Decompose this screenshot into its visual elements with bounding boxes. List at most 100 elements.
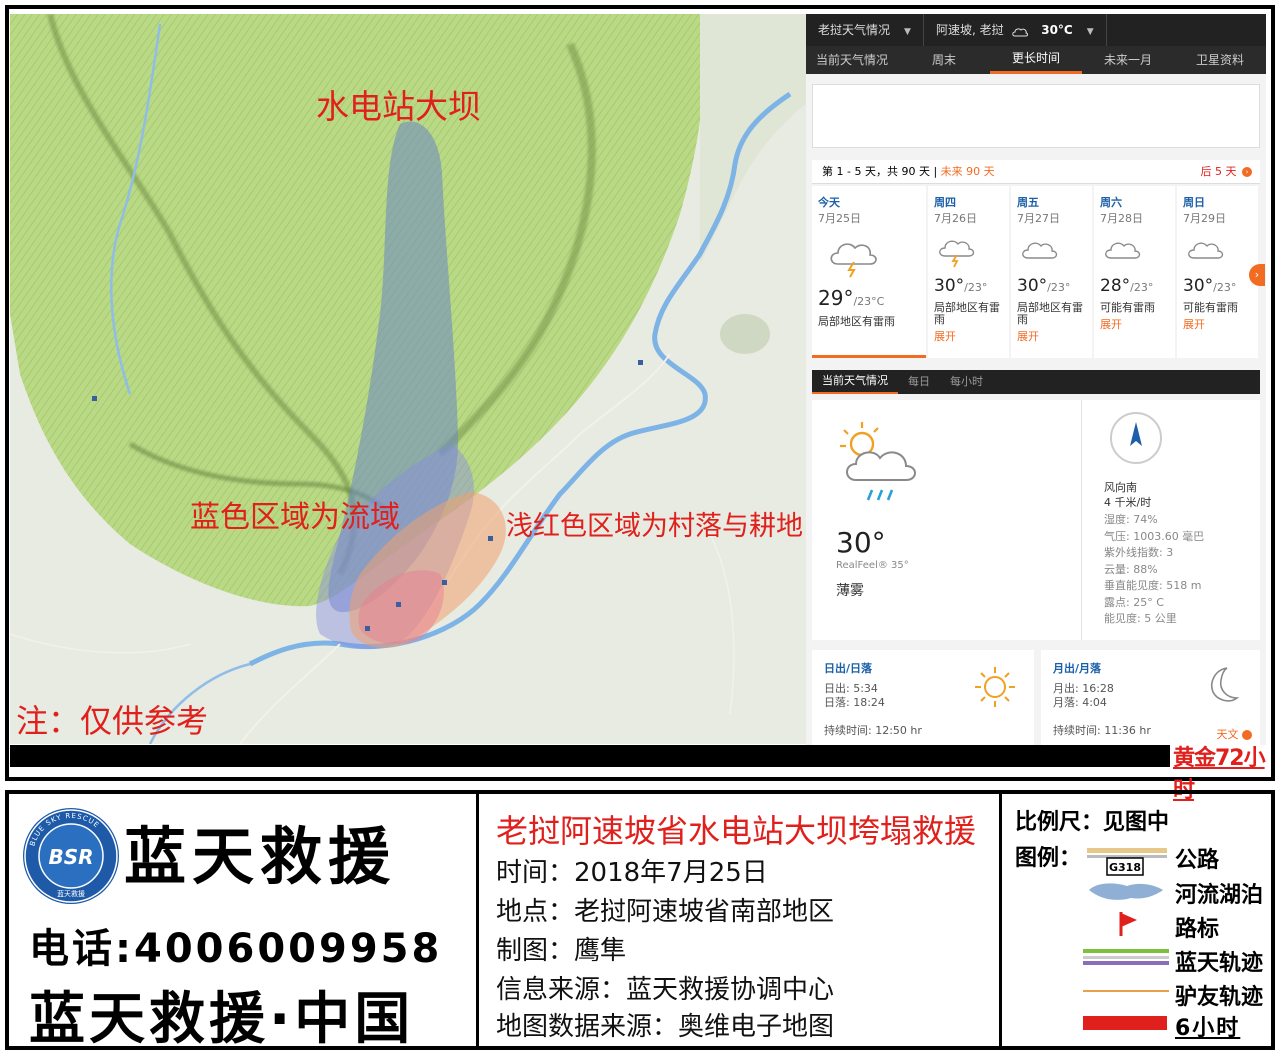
forecast-future-link[interactable]: 未来 90 天 [941, 165, 995, 178]
map-bottom-strip [10, 745, 1170, 767]
next-5-days-link[interactable]: 后 5 天 › [1200, 160, 1252, 184]
legend-road: 公路 [1175, 848, 1220, 873]
scale-note: 比例尺：见图中 [1015, 810, 1170, 835]
current-temp: 30°C [1041, 23, 1073, 37]
cloud-icon [1012, 27, 1029, 36]
legend-marker: 路标 [1175, 917, 1220, 942]
day-high: 30° [934, 276, 965, 296]
tab-month[interactable]: 未来一月 [1082, 46, 1174, 74]
bsr-track-legend-symbol [1083, 949, 1169, 965]
label-basin: 蓝色区域为流域 [190, 500, 400, 535]
svg-text:BSR: BSR [48, 845, 93, 869]
tab-satellite[interactable]: 卫星资料 [1174, 46, 1266, 74]
weather-phrase: 薄雾 [836, 583, 864, 599]
chevron-down-icon: ▼ [904, 27, 911, 37]
location-select[interactable]: 老挝天气情况 ▼ [806, 14, 924, 46]
map-canvas[interactable]: 水电站大坝 蓝色区域为流域 浅红色区域为村落与耕地 注：仅供参考 [10, 14, 806, 744]
astronomy-link[interactable]: 天文 [1216, 726, 1252, 742]
moonset: 月落: 4:04 [1053, 696, 1107, 709]
day-high: 30° [1183, 276, 1214, 296]
chevron-right-icon [1242, 730, 1252, 740]
current-location-label: 阿速坡, 老挝 [935, 23, 1004, 37]
org-name-china: 蓝天救援·中国 [29, 987, 415, 1052]
bsr-logo: BLUE SKY RESCUE BSR 蓝天救援 [23, 808, 119, 904]
astronomy-label: 天文 [1216, 728, 1239, 741]
pressure: 气压: 1003.60 毫巴 [1104, 529, 1205, 543]
label-note: 注：仅供参考 [16, 702, 209, 740]
forecast-header: 第 1 - 5 天，共 90 天 | 未来 90 天 后 5 天 › [812, 160, 1260, 184]
legend-river: 河流湖泊 [1175, 883, 1264, 908]
river-legend-symbol [1089, 883, 1163, 900]
tab-longer[interactable]: 更长时间 [990, 46, 1082, 74]
day-desc: 局部地区有雷雨 [1017, 301, 1083, 326]
wind-direction: 风向南 [1104, 481, 1137, 494]
humidity: 湿度: 74% [1104, 513, 1158, 526]
cloud-cover: 云量: 88% [1104, 562, 1158, 576]
road-legend-symbol: G318 [1087, 848, 1167, 876]
thunderstorm-icon [939, 240, 975, 268]
tab-weekend[interactable]: 周末 [898, 46, 990, 74]
chevron-right-icon[interactable]: › [1249, 264, 1265, 286]
day-date: 7月29日 [1183, 212, 1226, 225]
forecast-day-sat[interactable]: 周六 7月28日 28°/23° 可能有雷雨 展开 [1094, 186, 1175, 358]
forecast-range: 第 1 - 5 天，共 90 天 [822, 165, 930, 178]
legend-bsr-track: 蓝天轨迹 [1175, 951, 1264, 976]
current-location-select[interactable]: 阿速坡, 老挝 30°C ▼ [924, 14, 1107, 46]
sun-duration: 持续时间: 12:50 hr [824, 724, 922, 737]
current-weather: 30° RealFeel® 35° 薄雾 风向南 4 千米/时 湿度: 74% … [812, 400, 1260, 640]
current-weather-tabs: 当前天气情况 每日 每小时 [812, 370, 1260, 394]
expand-link[interactable]: 展开 [1017, 328, 1086, 344]
map-author: 制图：鹰隼 [496, 936, 627, 966]
svg-text:蓝天救援: 蓝天救援 [57, 889, 85, 898]
wind-speed: 4 千米/时 [1104, 496, 1152, 509]
partly-cloudy-rain-icon [840, 422, 916, 501]
current-weather-details: 风向南 4 千米/时 湿度: 74% 气压: 1003.60 毫巴 紫外线指数:… [1104, 410, 1254, 628]
tab-daily[interactable]: 每日 [898, 370, 940, 394]
moon-icon [1211, 667, 1240, 702]
svg-text:G318: G318 [1109, 861, 1141, 874]
cloud-icon [1188, 242, 1224, 259]
six-hours-legend-symbol [1083, 1016, 1167, 1030]
forecast-day-sun[interactable]: 周日 7月29日 30°/23° 可能有雷雨 展开 [1177, 186, 1258, 358]
uv-index: 紫外线指数: 3 [1104, 546, 1174, 559]
legend-title: 图例： [1015, 846, 1082, 871]
event-title: 老挝阿速坡省水电站大坝垮塌救援 [496, 812, 977, 850]
day-desc: 可能有雷雨 [1100, 301, 1155, 314]
tab-hourly[interactable]: 每小时 [940, 370, 993, 394]
weather-stats: 湿度: 74% 气压: 1003.60 毫巴 紫外线指数: 3 云量: 88% … [1104, 512, 1254, 628]
moon-duration: 持续时间: 11:36 hr [1053, 724, 1151, 737]
day-low: /23° [1047, 281, 1071, 294]
day-desc: 局部地区有雷雨 [818, 315, 895, 328]
next-5-days-label: 后 5 天 [1200, 165, 1237, 178]
tab-current[interactable]: 当前天气情况 [806, 46, 898, 74]
day-name: 周五 [1017, 196, 1039, 209]
chevron-down-icon: ▼ [1086, 27, 1094, 37]
expand-link[interactable]: 展开 [1183, 316, 1252, 332]
label-dam: 水电站大坝 [316, 87, 481, 126]
day-name: 周日 [1183, 196, 1205, 209]
event-time: 时间：2018年7月25日 [496, 858, 768, 888]
expand-link[interactable]: 展开 [934, 328, 1003, 344]
cloud-icon [1105, 242, 1141, 259]
sun-icon [975, 667, 1015, 707]
org-name: 蓝天救援 [124, 820, 397, 893]
info-source: 信息来源：蓝天救援协调中心 [496, 975, 835, 1005]
realfeel: RealFeel® 35° [836, 560, 909, 571]
legend-six-hours: 6小时 [1175, 1016, 1241, 1041]
expand-link[interactable]: 展开 [1100, 316, 1169, 332]
forecast-day-today[interactable]: 今天 7月25日 29°/23°C 局部地区有雷雨 [812, 186, 926, 358]
day-desc: 局部地区有雷雨 [934, 301, 1000, 326]
legend-section: 比例尺：见图中 图例： G318 公路 河流湖泊 路标 蓝天轨迹 驴友轨迹 6小… [1005, 794, 1271, 1046]
forecast-day-thu[interactable]: 周四 7月26日 30°/23° 局部地区有雷雨 展开 [928, 186, 1009, 358]
day-low: /23° [1130, 281, 1154, 294]
forecast-day-fri[interactable]: 周五 7月27日 30°/23° 局部地区有雷雨 展开 [1011, 186, 1092, 358]
tab-current-weather[interactable]: 当前天气情况 [812, 370, 898, 394]
day-date: 7月28日 [1100, 212, 1143, 225]
day-name: 周四 [934, 196, 956, 209]
forecast-days: 今天 7月25日 29°/23°C 局部地区有雷雨 周四 7月26日 30°/2… [812, 186, 1260, 358]
org-section: BLUE SKY RESCUE BSR 蓝天救援 蓝天救援 电话:4006009… [9, 794, 479, 1052]
event-section: 老挝阿速坡省水电站大坝垮塌救援 时间：2018年7月25日 地点：老挝阿速坡省南… [482, 794, 1002, 1046]
sunrise-sunset: 日出/日落 日出: 5:34 日落: 18:24 持续时间: 12:50 hr [812, 650, 1034, 745]
ceiling: 垂直能见度: 518 m [1104, 579, 1202, 592]
forecast-separator: | [929, 165, 941, 178]
